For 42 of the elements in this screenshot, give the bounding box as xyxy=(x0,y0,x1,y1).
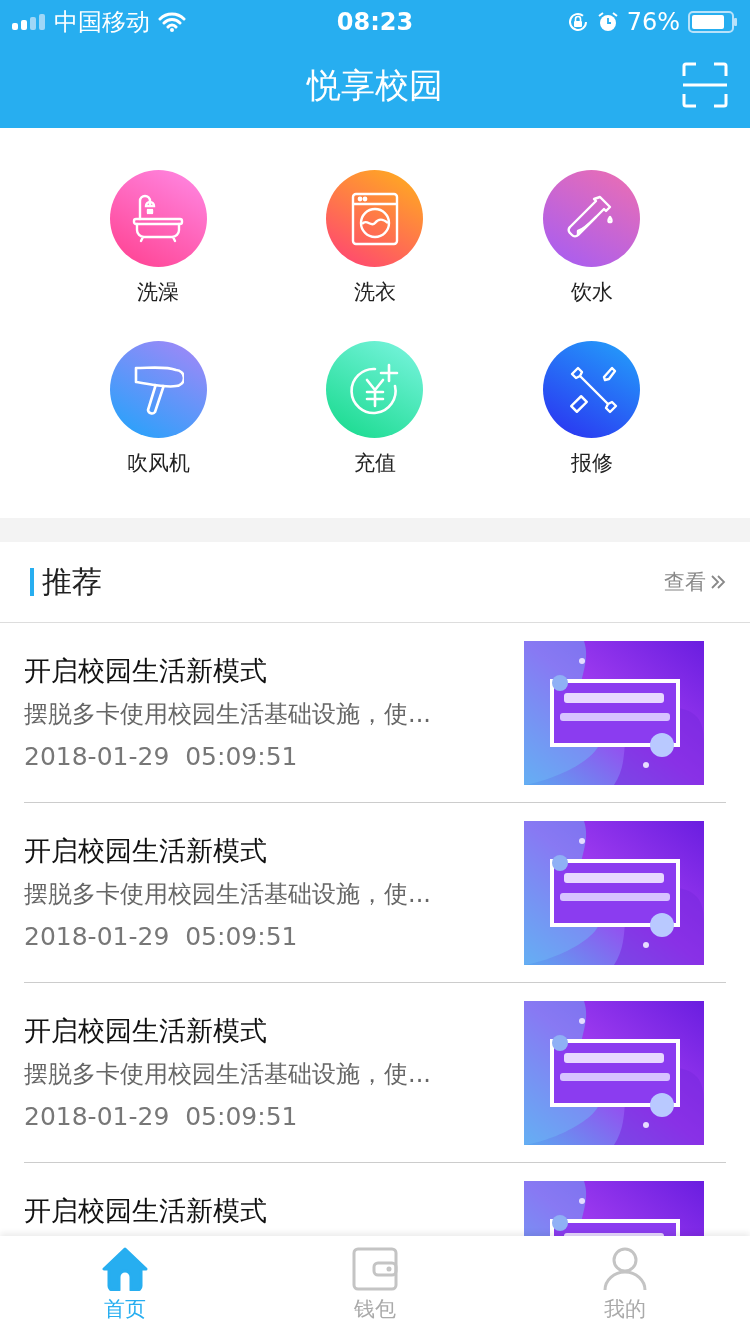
wifi-icon xyxy=(158,12,186,32)
rotation-lock-icon xyxy=(566,11,589,33)
article-item[interactable]: 开启校园生活新模式 摆脱多卡使用校园生活基础设施，使... 2018-01-29 05:09:51 xyxy=(24,623,726,803)
service-label: 充值 xyxy=(354,450,396,477)
person-icon xyxy=(602,1247,648,1291)
battery-icon xyxy=(688,11,738,33)
service-item[interactable]: 吹风机 xyxy=(50,341,267,478)
double-chevron-icon xyxy=(710,574,726,590)
wallet-icon xyxy=(352,1247,398,1291)
battery-percent: 76% xyxy=(626,8,680,36)
alarm-icon xyxy=(596,11,619,33)
article-title: 开启校园生活新模式 xyxy=(24,1014,268,1048)
service-item[interactable]: 饮水 xyxy=(483,170,700,307)
article-summary: 摆脱多卡使用校园生活基础设施，使... xyxy=(24,699,431,730)
page-title: 悦享校园 xyxy=(307,64,443,107)
article-summary: 摆脱多卡使用校园生活基础设施，使... xyxy=(24,879,431,910)
article-date: 2018-01-29 05:09:51 xyxy=(24,741,299,773)
article-date: 2018-01-29 05:09:51 xyxy=(24,921,299,953)
article-title: 开启校园生活新模式 xyxy=(24,834,268,868)
service-item[interactable]: 报修 xyxy=(483,341,700,478)
clock-time: 08:23 xyxy=(336,8,414,36)
scan-icon[interactable] xyxy=(682,62,728,108)
washing-machine-icon xyxy=(349,190,401,247)
service-item[interactable]: 洗衣 xyxy=(266,170,484,307)
service-label: 饮水 xyxy=(570,279,613,306)
article-title: 开启校园生活新模式 xyxy=(24,1194,267,1228)
view-more-link[interactable]: 查看 xyxy=(664,568,726,596)
home-icon xyxy=(102,1247,148,1291)
article-title: 开启校园生活新模式 xyxy=(24,654,268,688)
service-label: 洗衣 xyxy=(354,279,396,306)
service-item[interactable]: 充值 xyxy=(266,341,484,478)
service-label: 吹风机 xyxy=(126,450,190,477)
service-label: 报修 xyxy=(570,450,613,477)
article-summary: 摆脱多卡使用校园生活基础设施，使... xyxy=(24,1059,431,1090)
signal-icon xyxy=(12,14,46,30)
article-item[interactable]: 开启校园生活新模式 摆脱多卡使用校园生活基础设施，使... 2018-01-29 05:09:51 xyxy=(24,803,726,983)
article-item[interactable]: 开启校园生活新模式 摆脱多卡使用校园生活基础设施，使... 2018-01-29 05:09:51 xyxy=(24,983,726,1163)
service-item[interactable]: 洗澡 xyxy=(50,170,267,307)
article-date: 2018-01-29 05:09:51 xyxy=(24,1101,299,1133)
service-label: 洗澡 xyxy=(137,279,180,306)
carrier-name: 中国移动 xyxy=(54,7,150,38)
section-title: 推荐 xyxy=(42,562,102,601)
